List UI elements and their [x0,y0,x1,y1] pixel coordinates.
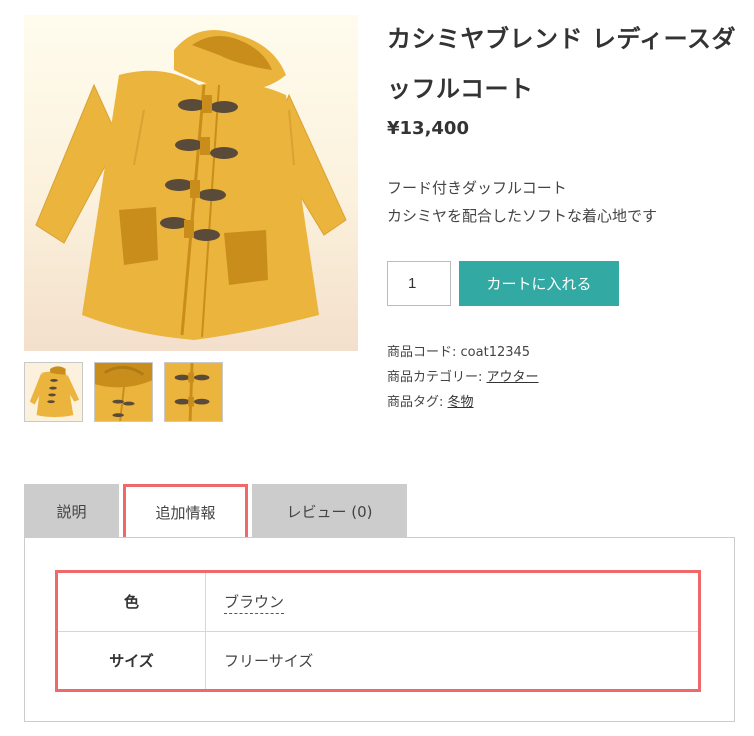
thumbnail-hood-detail[interactable] [94,362,153,422]
attribute-label-color: 色 [56,571,206,632]
table-row: サイズ フリーサイズ [56,630,700,691]
tab-reviews[interactable]: レビュー (0) [252,484,407,538]
product-tag-row: 商品タグ: 冬物 [387,390,539,415]
product-category-link[interactable]: アウター [487,370,539,385]
product-tag-link[interactable]: 冬物 [448,395,474,410]
add-to-cart-button[interactable]: カートに入れる [459,261,619,306]
product-category-row: 商品カテゴリー: アウター [387,365,539,390]
tab-description[interactable]: 説明 [24,484,119,538]
product-tabs: 説明 追加情報 レビュー (0) [24,484,407,538]
product-meta: 商品コード: coat12345 商品カテゴリー: アウター 商品タグ: 冬物 [387,340,539,415]
description-line: カシミヤを配合したソフトな着心地です [387,207,658,225]
product-code-label: 商品コード: [387,345,457,360]
thumbnail-gallery [24,362,223,422]
attributes-table: 色 ブラウン サイズ フリーサイズ [55,570,701,692]
product-price: ¥13,400 [387,118,469,139]
product-main-image[interactable] [24,15,358,351]
attribute-color-value: ブラウン [224,593,285,615]
coat-illustration [35,30,347,340]
thumbnail-toggle-detail[interactable] [164,362,223,422]
product-category-label: 商品カテゴリー: [387,370,483,385]
tab-additional-info[interactable]: 追加情報 [123,484,248,538]
attribute-value-size: フリーサイズ [205,630,700,691]
table-row: 色 ブラウン [56,571,700,632]
product-code-value: coat12345 [460,345,531,360]
thumbnail-full-coat[interactable] [24,362,83,422]
attribute-value-color: ブラウン [205,571,700,632]
additional-info-panel: 色 ブラウン サイズ フリーサイズ [24,537,735,722]
product-code-row: 商品コード: coat12345 [387,340,539,365]
attribute-label-size: サイズ [56,630,206,691]
product-title: カシミヤブレンド レディースダッフルコート [387,25,736,103]
quantity-input[interactable] [387,261,451,306]
product-description: フード付きダッフルコート カシミヤを配合したソフトな着心地です [387,174,657,230]
product-summary: カシミヤブレンド レディースダッフルコート ¥13,400 フード付きダッフルコ… [387,14,737,410]
description-line: フード付きダッフルコート [387,179,567,197]
product-tag-label: 商品タグ: [387,395,444,410]
